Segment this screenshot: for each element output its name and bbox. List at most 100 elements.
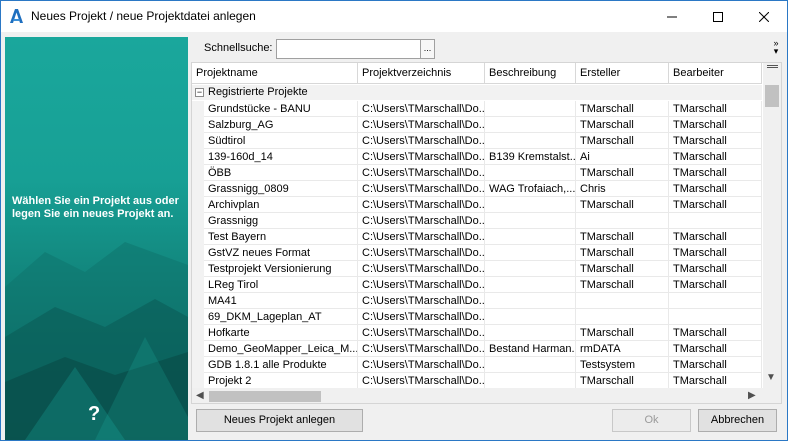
column-header-bearbeiter[interactable]: Bearbeiter [669,63,762,84]
cell-beschreibung [485,325,576,341]
cell-projektverzeichnis: C:\Users\TMarschall\Do... [358,325,485,341]
close-button[interactable] [741,1,787,32]
table-row[interactable]: Salzburg_AG C:\Users\TMarschall\Do... TMar… [192,117,762,133]
cell-projektname: Projekt 2 [204,373,358,389]
column-header-projektname[interactable]: Projektname [192,63,358,84]
help-icon[interactable]: ? [88,403,100,426]
project-grid[interactable]: Projektname Projektverzeichnis Beschreib… [191,62,782,404]
row-gutter [192,341,204,357]
table-row[interactable]: Grassnigg_0809 C:\Users\TMarschall\Do... W… [192,181,762,197]
column-header-beschreibung[interactable]: Beschreibung [485,63,576,84]
toolbar-overflow-icon[interactable]: » ▾ [771,39,781,56]
horizontal-scroll-thumb[interactable] [209,391,321,402]
quick-search-input[interactable] [276,39,421,59]
table-row[interactable]: Demo_GeoMapper_Leica_M... C:\Users\TMarsc… [192,341,762,357]
vertical-scroll-thumb[interactable] [765,85,779,107]
cell-beschreibung [485,309,576,325]
cell-ersteller: Ai [576,149,669,165]
table-row[interactable]: GDB 1.8.1 alle Produkte C:\Users\TMarscha… [192,357,762,373]
cell-bearbeiter: TMarschall [669,325,762,341]
row-gutter [192,309,204,325]
table-row[interactable]: 69_DKM_Lageplan_AT C:\Users\TMarschall\Do… [192,309,762,325]
cell-projektverzeichnis: C:\Users\TMarschall\Do... [358,117,485,133]
cell-projektname: Archivplan [204,197,358,213]
cell-beschreibung [485,165,576,181]
cell-bearbeiter: TMarschall [669,101,762,117]
landscape-background-image [5,242,188,440]
cell-projektname: Testprojekt Versionierung [204,261,358,277]
minimize-icon [667,16,677,17]
cell-projektname: 139-160d_14 [204,149,358,165]
instruction-text: Wählen Sie ein Projekt aus oder legen Si… [12,195,179,220]
table-row[interactable]: Archivplan C:\Users\TMarschall\Do... TMars… [192,197,762,213]
cell-projektverzeichnis: C:\Users\TMarschall\Do... [358,181,485,197]
cell-beschreibung [485,373,576,389]
table-row[interactable]: Testprojekt Versionierung C:\Users\TMarsc… [192,261,762,277]
cell-ersteller: TMarschall [576,245,669,261]
scroll-down-arrow-icon[interactable]: ▼ [766,372,776,383]
close-icon [759,11,769,22]
cell-beschreibung [485,293,576,309]
cell-ersteller: TMarschall [576,133,669,149]
dropdown-arrow-icon: ▾ [773,46,779,56]
cell-projektverzeichnis: C:\Users\TMarschall\Do... [358,165,485,181]
cell-projektverzeichnis: C:\Users\TMarschall\Do... [358,213,485,229]
row-gutter [192,229,204,245]
quick-search-browse-button[interactable]: ... [420,39,435,59]
dialog-window: Neues Projekt / neue Projektdatei anlege… [0,0,788,441]
table-row[interactable]: Südtirol C:\Users\TMarschall\Do... TMarsch… [192,133,762,149]
new-project-button[interactable]: Neues Projekt anlegen [196,409,363,432]
horizontal-scrollbar[interactable]: ◀ ▶ [192,388,781,403]
cell-projektverzeichnis: C:\Users\TMarschall\Do... [358,341,485,357]
collapse-group-icon[interactable]: − [195,88,204,97]
cell-projektname: MA41 [204,293,358,309]
table-row[interactable]: GstVZ neues Format C:\Users\TMarschall\Do… [192,245,762,261]
table-row[interactable]: LReg Tirol C:\Users\TMarschall\Do... TMars… [192,277,762,293]
cell-bearbeiter [669,213,762,229]
row-gutter [192,245,204,261]
cell-beschreibung: B139 Kremstalst... [485,149,576,165]
table-row[interactable]: ÖBB C:\Users\TMarschall\Do... TMarschall TM… [192,165,762,181]
table-row[interactable]: Hofkarte C:\Users\TMarschall\Do... TMarsch… [192,325,762,341]
column-header-projektverzeichnis[interactable]: Projektverzeichnis [358,63,485,84]
cell-ersteller: TMarschall [576,197,669,213]
cell-projektname: GstVZ neues Format [204,245,358,261]
maximize-button[interactable] [695,1,741,32]
cell-bearbeiter: TMarschall [669,149,762,165]
column-header-ersteller[interactable]: Ersteller [576,63,669,84]
window-title: Neues Projekt / neue Projektdatei anlege… [31,9,256,23]
scroll-right-arrow-icon[interactable]: ▶ [748,390,756,401]
cell-beschreibung [485,101,576,117]
table-row[interactable]: Grassnigg C:\Users\TMarschall\Do... [192,213,762,229]
cell-beschreibung [485,133,576,149]
cell-ersteller [576,293,669,309]
table-row[interactable]: MA41 C:\Users\TMarschall\Do... [192,293,762,309]
cell-beschreibung: WAG Trofaiach,... [485,181,576,197]
row-gutter [192,293,204,309]
minimize-button[interactable] [649,1,695,32]
table-row[interactable]: 139-160d_14 C:\Users\TMarschall\Do... B139… [192,149,762,165]
cell-projektname: GDB 1.8.1 alle Produkte [204,357,358,373]
group-row-registered-projects[interactable]: − Registrierte Projekte [192,85,762,100]
table-row[interactable]: Projekt 2 C:\Users\TMarschall\Do... TMarsc… [192,373,762,389]
table-row[interactable]: Grundstücke - BANU C:\Users\TMarschall\Do… [192,101,762,117]
cell-projektverzeichnis: C:\Users\TMarschall\Do... [358,357,485,373]
cell-beschreibung [485,245,576,261]
quick-search-label: Schnellsuche: [204,42,273,54]
row-gutter [192,133,204,149]
row-gutter [192,373,204,389]
cell-ersteller: TMarschall [576,325,669,341]
table-row[interactable]: Test Bayern C:\Users\TMarschall\Do... TMar… [192,229,762,245]
cell-projektname: Salzburg_AG [204,117,358,133]
cell-projektname: ÖBB [204,165,358,181]
cell-projektverzeichnis: C:\Users\TMarschall\Do... [358,149,485,165]
cell-ersteller: Testsystem [576,357,669,373]
row-gutter [192,181,204,197]
scroll-left-arrow-icon[interactable]: ◀ [196,390,204,401]
cancel-button[interactable]: Abbrechen [698,409,777,432]
cell-beschreibung [485,357,576,373]
grid-header: Projektname Projektverzeichnis Beschreib… [192,63,762,84]
title-bar[interactable]: Neues Projekt / neue Projektdatei anlege… [1,1,787,32]
vertical-scrollbar[interactable]: ▼ [763,63,781,388]
ok-button[interactable]: Ok [612,409,691,432]
